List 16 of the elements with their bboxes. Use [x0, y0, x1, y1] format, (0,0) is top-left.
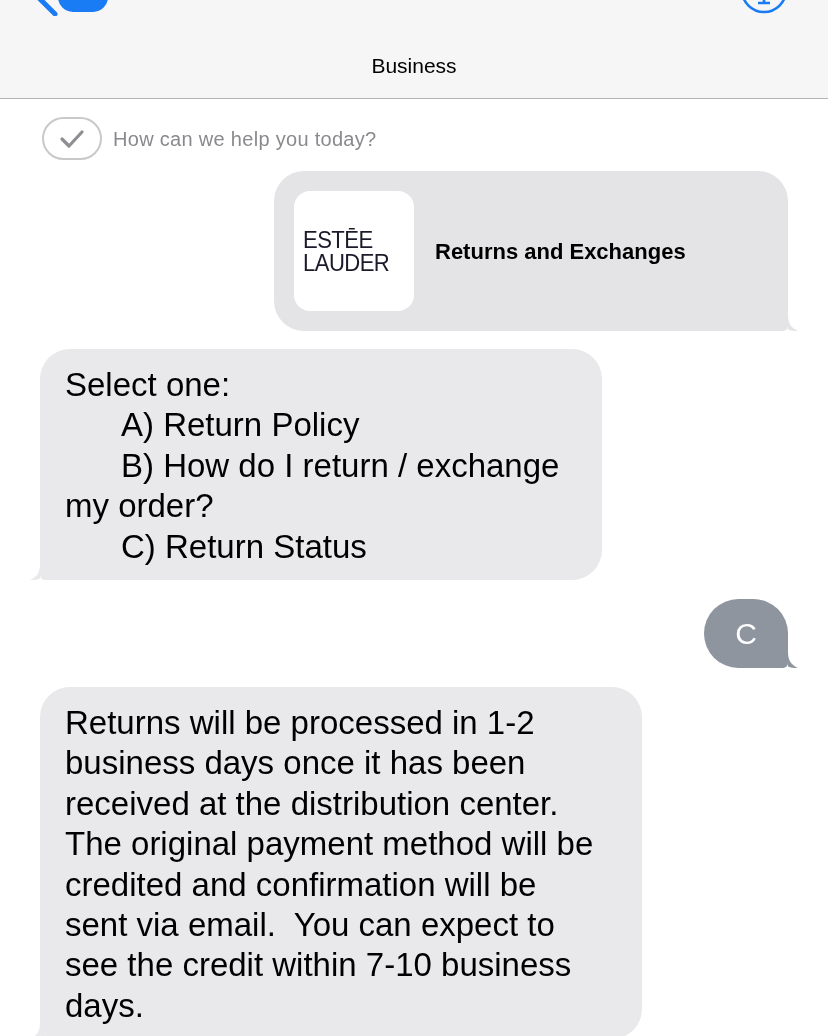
prompt-text: How can we help you today?	[113, 126, 377, 152]
chat-title: Business	[370, 54, 458, 78]
logo-text: LAUDER	[303, 251, 391, 274]
message-bubble: C	[704, 599, 788, 669]
message-bubble: Returns will be processed in 1-2 business days once it has been received at the distribution center. The original payment method will be credited and confirmation will be sent via email. You can expect to see the credit within 7-10 business days.	[40, 687, 642, 1036]
option-text: A) Return Policy	[120, 405, 361, 446]
back-chevron-icon[interactable]	[36, 0, 58, 16]
link-title: Returns and Exchanges	[435, 237, 686, 266]
message-text: Select one:	[65, 365, 232, 405]
info-icon[interactable]	[740, 0, 788, 14]
unread-badge-icon	[58, 0, 108, 12]
logo-text: ESTĒE	[303, 228, 374, 251]
checkmark-icon	[42, 117, 102, 160]
option-text: B) How do I return / exchange my order?	[65, 445, 561, 527]
link-preview-card[interactable]: ESTĒE LAUDER Returns and Exchanges	[274, 171, 788, 331]
option-text: C) Return Status	[120, 526, 368, 567]
